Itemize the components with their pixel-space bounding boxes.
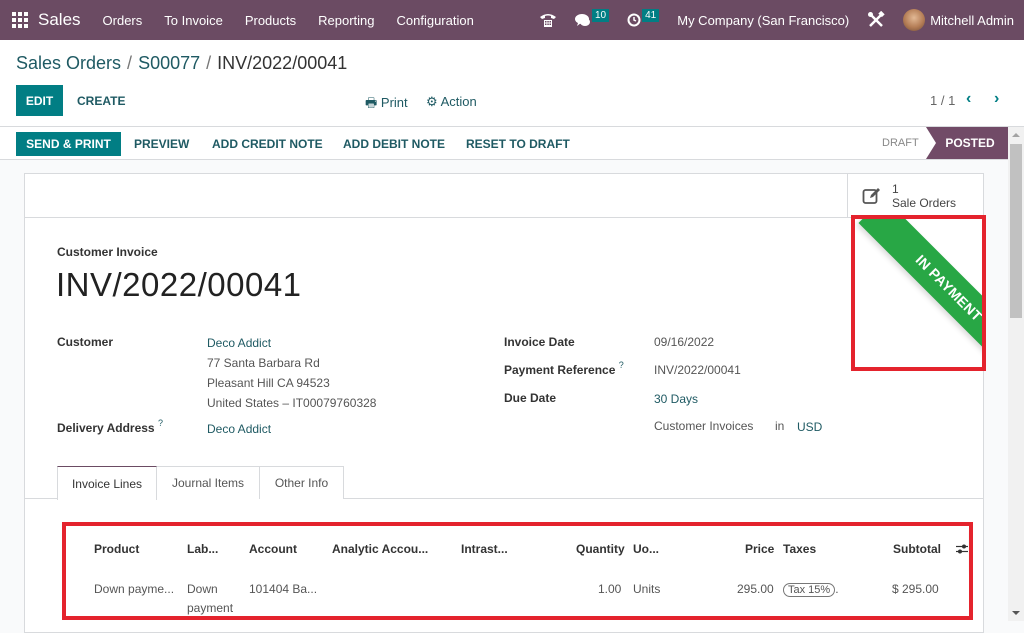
scroll-down-arrow-icon[interactable] bbox=[1012, 611, 1020, 615]
chat-icon[interactable]: 10 bbox=[574, 8, 610, 27]
help-tooltip-icon[interactable]: ? bbox=[619, 360, 624, 370]
edit-document-icon bbox=[862, 188, 880, 204]
action-button[interactable]: ⚙ Action bbox=[426, 94, 477, 110]
phone-icon[interactable] bbox=[539, 12, 557, 28]
menu-reporting[interactable]: Reporting bbox=[318, 13, 374, 28]
payment-terms-link[interactable]: 30 Days bbox=[654, 392, 698, 406]
breadcrumb: Sales Orders / S00077/INV/2022/00041 bbox=[16, 53, 347, 74]
add-debit-note-button[interactable]: ADD DEBIT NOTE bbox=[343, 137, 445, 151]
action-label: Action bbox=[440, 94, 477, 109]
edit-button[interactable]: EDIT bbox=[16, 85, 63, 116]
menu-configuration[interactable]: Configuration bbox=[397, 13, 474, 28]
menu-to-invoice[interactable]: To Invoice bbox=[164, 13, 223, 28]
help-tooltip-icon[interactable]: ? bbox=[158, 418, 163, 428]
journal-value: Customer Invoices bbox=[654, 419, 754, 433]
tab-invoice-lines[interactable]: Invoice Lines bbox=[57, 466, 157, 500]
breadcrumb-sales-orders[interactable]: Sales Orders bbox=[16, 53, 121, 73]
stage-posted: POSTED bbox=[926, 127, 1008, 159]
smart-button-label: Sale Orders bbox=[892, 196, 957, 210]
reset-to-draft-button[interactable]: RESET TO DRAFT bbox=[466, 137, 570, 151]
app-name[interactable]: Sales bbox=[38, 10, 81, 30]
customer-address-line: 77 Santa Barbara Rd bbox=[207, 356, 320, 370]
ribbon-highlight-box bbox=[851, 215, 986, 371]
tools-icon[interactable] bbox=[867, 11, 885, 29]
breadcrumb-order[interactable]: S00077 bbox=[138, 53, 200, 73]
customer-label: Customer bbox=[57, 335, 114, 349]
stage-draft: DRAFT bbox=[882, 137, 919, 149]
menu-orders[interactable]: Orders bbox=[103, 13, 143, 28]
customer-address-line: United States – IT00079760328 bbox=[207, 396, 377, 410]
print-label: Print bbox=[380, 95, 408, 110]
clock-icon[interactable]: 41 bbox=[627, 8, 660, 27]
messages-badge: 10 bbox=[591, 8, 610, 22]
pager-next-icon[interactable]: › bbox=[994, 90, 999, 108]
smart-button-count: 1 bbox=[892, 182, 899, 196]
printer-icon: 🖶︎ bbox=[365, 95, 378, 110]
breadcrumb-separator: / bbox=[127, 53, 133, 73]
customer-address-line: Pleasant Hill CA 94523 bbox=[207, 376, 330, 390]
document-name: INV/2022/00041 bbox=[56, 266, 302, 303]
pager-previous-icon[interactable]: ‹ bbox=[966, 90, 971, 108]
avatar[interactable] bbox=[903, 9, 926, 31]
button-box: 1 Sale Orders bbox=[25, 174, 983, 218]
create-button[interactable]: CREATE bbox=[77, 94, 125, 108]
apps-grid-icon[interactable] bbox=[12, 12, 28, 28]
payment-reference-value: INV/2022/00041 bbox=[654, 363, 741, 377]
preview-button[interactable]: PREVIEW bbox=[134, 137, 189, 151]
control-panel: Sales Orders / S00077/INV/2022/00041 EDIT … bbox=[0, 40, 1024, 127]
tab-other-info[interactable]: Other Info bbox=[260, 466, 344, 499]
sale-orders-smart-button[interactable]: 1 Sale Orders bbox=[847, 174, 983, 218]
gear-icon: ⚙ bbox=[426, 94, 438, 109]
document-type: Customer Invoice bbox=[57, 245, 158, 259]
top-navbar: Sales Orders To Invoice Products Reporti… bbox=[0, 0, 1024, 40]
breadcrumb-separator: / bbox=[206, 53, 212, 73]
add-credit-note-button[interactable]: ADD CREDIT NOTE bbox=[212, 137, 323, 151]
scroll-up-arrow-icon[interactable] bbox=[1012, 133, 1020, 137]
invoice-date-value: 09/16/2022 bbox=[654, 335, 715, 349]
status-bar: SEND & PRINT PREVIEW ADD CREDIT NOTE ADD… bbox=[0, 127, 1008, 160]
page-scrollbar[interactable] bbox=[1008, 127, 1024, 621]
payment-reference-label-text: Payment Reference bbox=[504, 363, 616, 377]
scroll-thumb[interactable] bbox=[1010, 144, 1022, 318]
activities-badge: 41 bbox=[642, 8, 660, 22]
user-menu[interactable]: Mitchell Admin bbox=[930, 13, 1014, 28]
table-highlight-box bbox=[62, 522, 973, 620]
delivery-address-label: Delivery Address ? bbox=[57, 418, 163, 435]
delivery-address-link[interactable]: Deco Addict bbox=[207, 422, 271, 436]
delivery-address-label-text: Delivery Address bbox=[57, 421, 155, 435]
send-print-button[interactable]: SEND & PRINT bbox=[16, 132, 121, 156]
journal-in-text: in bbox=[775, 419, 785, 433]
notebook-tabs: Invoice Lines Journal Items Other Info bbox=[25, 466, 983, 500]
due-date-label: Due Date bbox=[504, 391, 557, 405]
company-switcher[interactable]: My Company (San Francisco) bbox=[677, 13, 849, 28]
currency-link[interactable]: USD bbox=[797, 420, 822, 434]
pager-value[interactable]: 1 / 1 bbox=[930, 93, 955, 108]
payment-reference-label: Payment Reference ? bbox=[504, 360, 624, 377]
invoice-date-label: Invoice Date bbox=[504, 335, 575, 349]
menu-products[interactable]: Products bbox=[245, 13, 296, 28]
tab-journal-items[interactable]: Journal Items bbox=[157, 466, 260, 499]
print-button[interactable]: 🖶︎ Print bbox=[365, 94, 408, 116]
customer-link[interactable]: Deco Addict bbox=[207, 336, 271, 350]
breadcrumb-current: INV/2022/00041 bbox=[217, 53, 348, 73]
